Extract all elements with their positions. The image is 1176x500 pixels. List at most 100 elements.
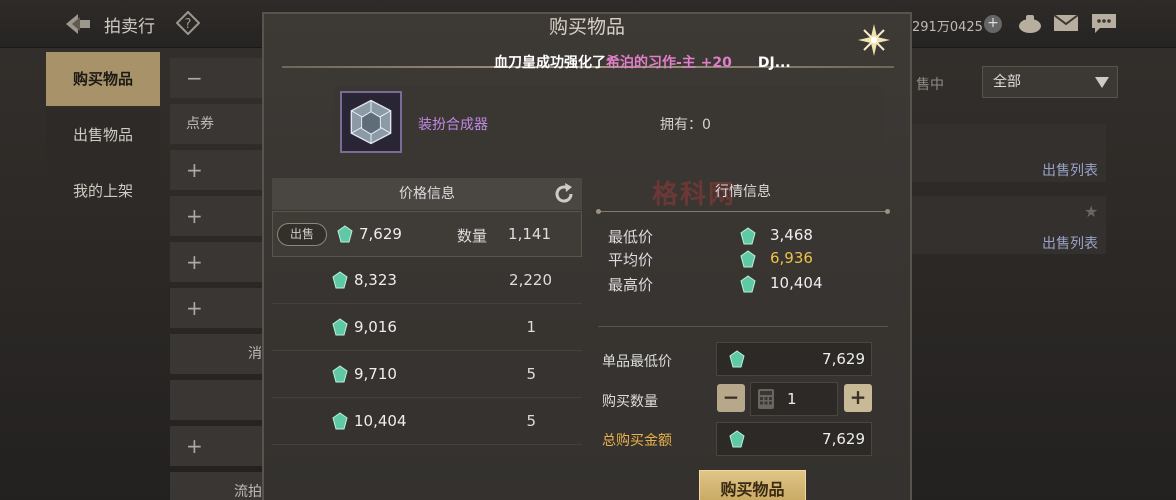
gem-icon (740, 275, 756, 293)
gem-icon (729, 350, 745, 368)
total-amount-value: 7,629 (822, 430, 865, 448)
sale-list-link[interactable]: 出售列表 (1042, 160, 1098, 180)
plus-icon: + (186, 434, 203, 458)
page-title: 拍卖行 (104, 17, 155, 37)
unit-min-price-label: 单品最低价 (602, 354, 672, 370)
gem-icon (337, 225, 353, 243)
market-divider (596, 209, 890, 214)
increase-quantity-button[interactable]: + (844, 384, 872, 412)
broadcast-prefix: 血刀皇成功强化了 (494, 55, 606, 71)
gem-icon (729, 430, 745, 448)
price-row[interactable]: 9,016 1 (272, 305, 582, 351)
gem-icon (740, 227, 756, 245)
bag-icon[interactable] (1016, 12, 1044, 34)
refresh-icon[interactable] (552, 182, 576, 206)
total-amount-field: 7,629 (716, 422, 872, 456)
gem-icon (332, 365, 348, 383)
buy-item-button[interactable]: 购买物品 (699, 470, 806, 500)
minus-icon: − (186, 66, 203, 90)
gem-icon (740, 250, 756, 268)
sell-badge[interactable]: 出售 (277, 223, 327, 246)
owned-count: 拥有：0 (660, 114, 711, 134)
category-row[interactable]: + (170, 150, 266, 190)
plus-icon: + (186, 158, 203, 182)
category-label: 消 (248, 346, 262, 362)
gem-icon (332, 271, 348, 289)
quantity-label: 数量 (457, 227, 488, 245)
quantity-value: 2,220 (509, 271, 552, 289)
category-row[interactable]: 流拍 (170, 472, 266, 500)
price-value: 10,404 (354, 412, 407, 430)
filter-label: 售中 (916, 77, 944, 93)
status-filter-dropdown[interactable]: 全部 (982, 66, 1118, 98)
price-value: 8,323 (354, 271, 397, 289)
currency-amount: 291万0425 (912, 20, 983, 35)
broadcast-item: 希泊的习作-主 +20 (606, 55, 732, 71)
buy-quantity-label: 购买数量 (602, 394, 658, 410)
svg-text:?: ? (185, 17, 192, 32)
sale-list-link[interactable]: 出售列表 (1042, 233, 1098, 253)
search-input[interactable]: 点券 (170, 104, 266, 144)
price-value: 9,016 (354, 318, 397, 336)
category-row[interactable]: 消 (170, 334, 266, 374)
price-info-header: 价格信息 (272, 178, 582, 210)
close-icon[interactable] (854, 20, 894, 60)
total-amount-label: 总购买金额 (602, 433, 672, 449)
price-row[interactable]: 9,710 5 (272, 352, 582, 398)
plus-icon: + (186, 296, 203, 320)
decrease-quantity-button[interactable]: − (717, 384, 745, 412)
max-price-value: 10,404 (770, 274, 823, 292)
dialog-title: 购买物品 (548, 16, 625, 38)
sidebar-item-sell[interactable]: 出售物品 (46, 108, 160, 162)
mail-icon[interactable] (1052, 12, 1080, 34)
item-info-row (334, 86, 884, 158)
broadcast-message: 血刀皇成功强化了希泊的习作-主 +20 DJ... (494, 52, 791, 72)
gem-icon (332, 412, 348, 430)
price-row[interactable]: 10,404 5 (272, 399, 582, 445)
purchase-divider (598, 326, 888, 327)
unit-min-price-value: 7,629 (822, 350, 865, 368)
quantity-value: 1 (526, 318, 536, 336)
sidebar-item-buy[interactable]: 购买物品 (46, 52, 160, 106)
chevron-down-icon (1095, 77, 1109, 88)
price-row[interactable]: 8,323 2,220 (272, 258, 582, 304)
category-row[interactable]: + (170, 288, 266, 328)
avg-price-value: 6,936 (770, 249, 813, 267)
chat-icon[interactable] (1090, 12, 1118, 34)
sidebar-item-my-listings[interactable]: 我的上架 (46, 164, 160, 218)
collapse-row[interactable]: − (170, 58, 266, 98)
star-icon[interactable]: ★ (1084, 202, 1098, 221)
sidebar: 购买物品 出售物品 我的上架 (46, 52, 160, 220)
plus-icon: + (186, 250, 203, 274)
avg-price-label: 平均价 (608, 251, 654, 269)
synthesizer-cube-icon[interactable] (340, 91, 402, 153)
item-name: 装扮合成器 (418, 117, 488, 133)
plus-icon: + (186, 204, 203, 228)
quantity-value: 1,141 (508, 225, 551, 243)
owned-label: 拥有： (660, 117, 702, 133)
broadcast-tail: DJ... (757, 55, 791, 71)
calculator-icon[interactable] (757, 388, 775, 410)
category-label: 流拍 (234, 484, 262, 500)
price-value: 7,629 (359, 225, 402, 243)
min-price-label: 最低价 (608, 228, 654, 246)
help-icon[interactable]: ? (176, 11, 200, 35)
quantity-value: 5 (526, 412, 536, 430)
category-list: − 点券 + + + + 消 + 流拍 (170, 58, 266, 500)
dropdown-value: 全部 (993, 74, 1021, 90)
category-row[interactable]: + (170, 196, 266, 236)
max-price-label: 最高价 (608, 276, 654, 294)
category-row[interactable]: + (170, 426, 266, 466)
price-row[interactable]: 出售 7,629 数量 1,141 (272, 211, 582, 257)
category-row[interactable] (170, 380, 266, 420)
market-info-header: 行情信息 (715, 184, 771, 200)
back-arrow-icon[interactable] (62, 10, 94, 38)
min-price-value: 3,468 (770, 226, 813, 244)
price-value: 9,710 (354, 365, 397, 383)
unit-min-price-field: 7,629 (716, 342, 872, 376)
add-currency-button[interactable]: + (984, 15, 1002, 33)
quantity-value: 5 (526, 365, 536, 383)
gem-icon (332, 318, 348, 336)
category-row[interactable]: + (170, 242, 266, 282)
owned-value: 0 (702, 117, 711, 133)
